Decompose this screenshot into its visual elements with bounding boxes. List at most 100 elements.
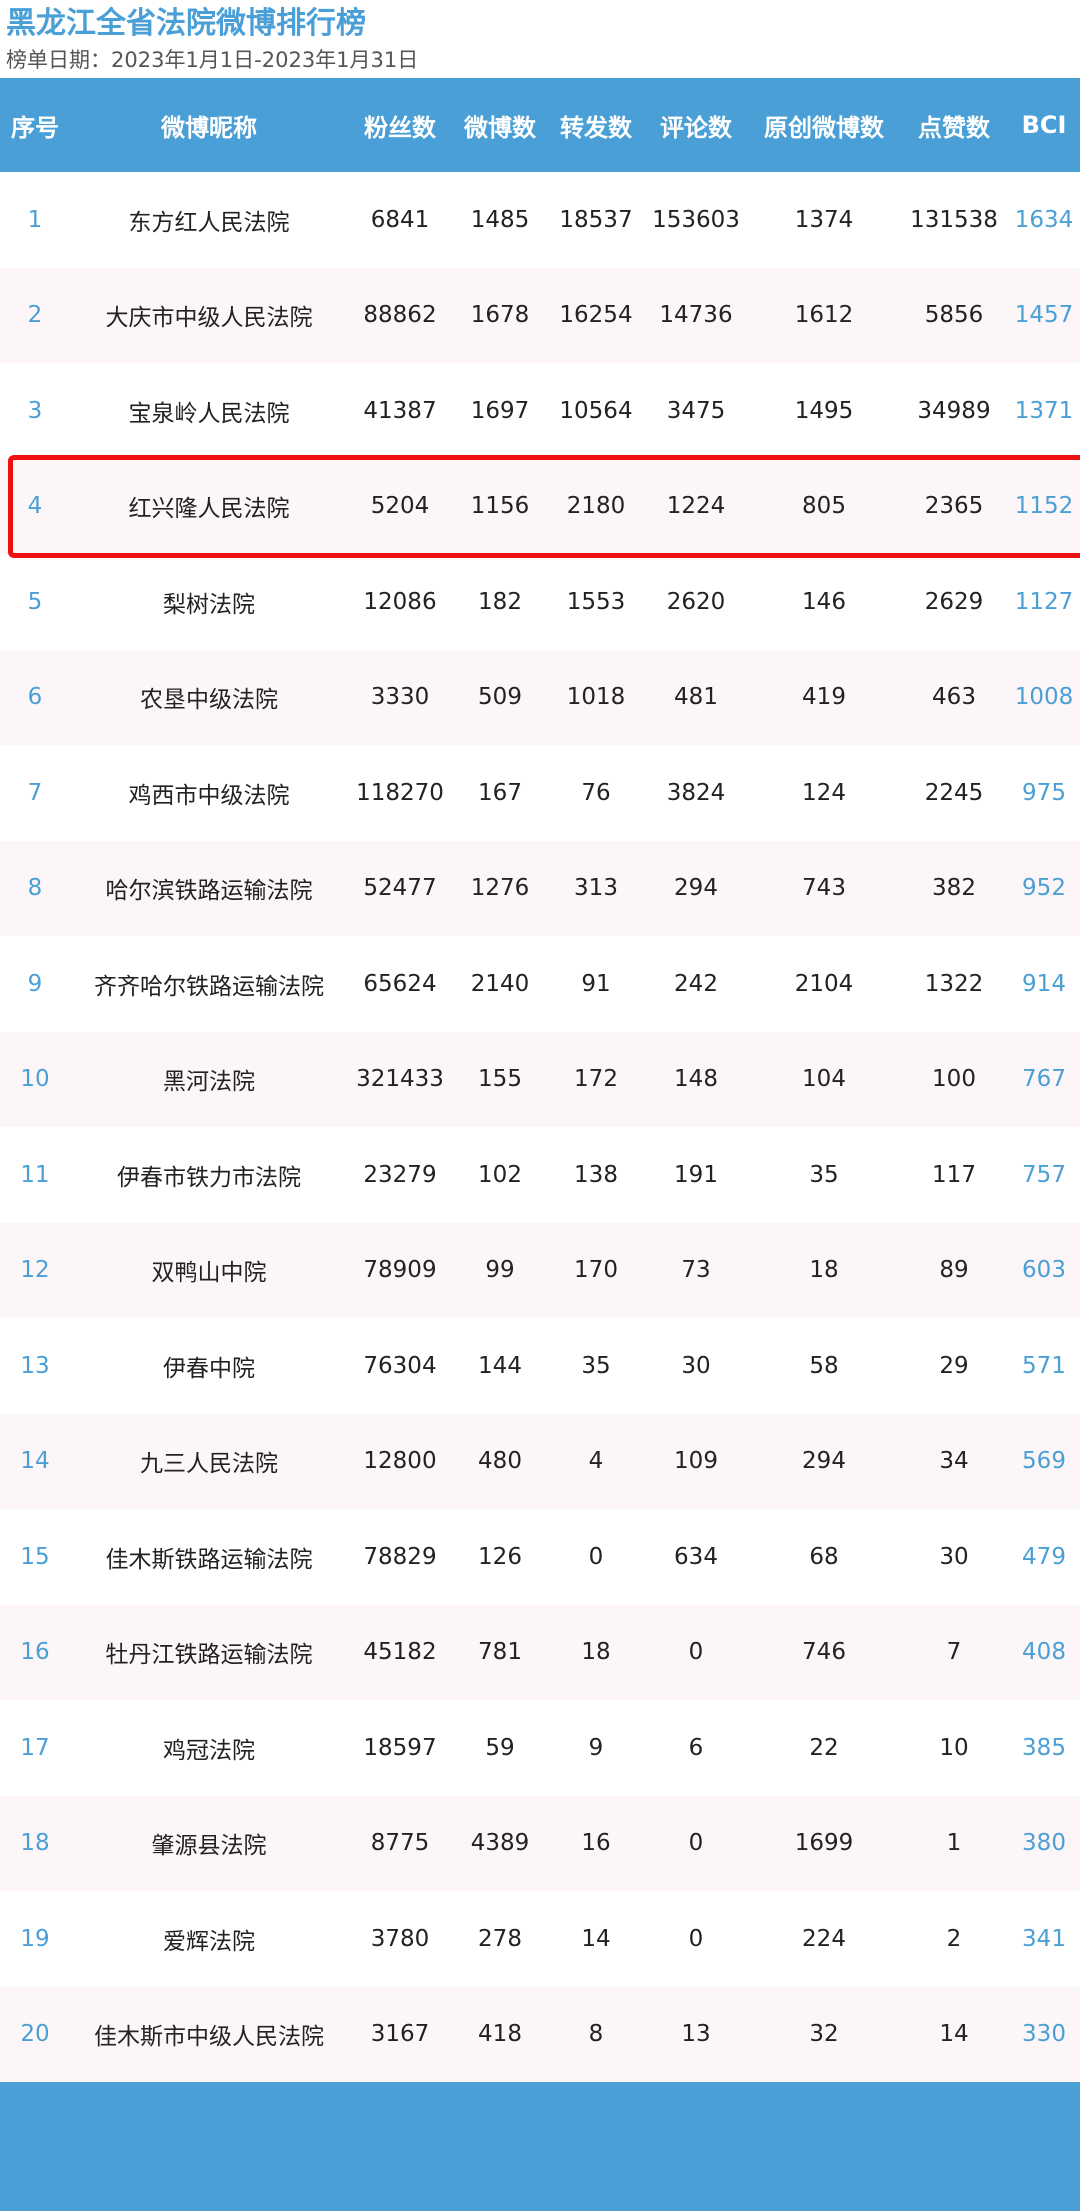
bci-cell: 1634 — [1008, 172, 1080, 268]
table-row: 8 哈尔滨铁路运输法院 52477 1276 313 294 743 382 952 — [0, 840, 1080, 936]
original-posts-cell: 104 — [748, 1031, 900, 1127]
reposts-cell: 172 — [548, 1031, 644, 1127]
name-cell: 肇源县法院 — [70, 1795, 348, 1891]
header-reposts: 转发数 — [548, 78, 644, 172]
posts-cell: 781 — [452, 1604, 548, 1700]
fans-cell: 78909 — [348, 1222, 452, 1318]
posts-cell: 2140 — [452, 936, 548, 1032]
comments-cell: 153603 — [644, 172, 748, 268]
bci-cell: 603 — [1008, 1222, 1080, 1318]
ranking-date: 榜单日期：2023年1月1日-2023年1月31日 — [6, 48, 419, 72]
likes-cell: 2245 — [900, 745, 1008, 841]
original-posts-cell: 18 — [748, 1222, 900, 1318]
reposts-cell: 138 — [548, 1127, 644, 1223]
bci-cell: 408 — [1008, 1604, 1080, 1700]
rank-cell: 5 — [0, 554, 70, 650]
posts-cell: 480 — [452, 1413, 548, 1509]
rank-cell: 14 — [0, 1413, 70, 1509]
posts-cell: 418 — [452, 1986, 548, 2082]
rank-cell: 13 — [0, 1318, 70, 1414]
posts-cell: 1678 — [452, 267, 548, 363]
fans-cell: 23279 — [348, 1127, 452, 1223]
posts-cell: 99 — [452, 1222, 548, 1318]
comments-cell: 3824 — [644, 745, 748, 841]
likes-cell: 89 — [900, 1222, 1008, 1318]
posts-cell: 4389 — [452, 1795, 548, 1891]
likes-cell: 463 — [900, 649, 1008, 745]
rank-cell: 6 — [0, 649, 70, 745]
likes-cell: 1322 — [900, 936, 1008, 1032]
likes-cell: 2 — [900, 1891, 1008, 1987]
likes-cell: 30 — [900, 1509, 1008, 1605]
comments-cell: 30 — [644, 1318, 748, 1414]
table-row: 1 东方红人民法院 6841 1485 18537 153603 1374 131538 163… — [0, 172, 1080, 268]
comments-cell: 73 — [644, 1222, 748, 1318]
posts-cell: 182 — [452, 554, 548, 650]
comments-cell: 0 — [644, 1891, 748, 1987]
reposts-cell: 10564 — [548, 363, 644, 459]
comments-cell: 109 — [644, 1413, 748, 1509]
rank-cell: 3 — [0, 363, 70, 459]
name-cell: 梨树法院 — [70, 554, 348, 650]
fans-cell: 118270 — [348, 745, 452, 841]
bci-cell: 341 — [1008, 1891, 1080, 1987]
comments-cell: 14736 — [644, 267, 748, 363]
rank-cell: 11 — [0, 1127, 70, 1223]
header-comments: 评论数 — [644, 78, 748, 172]
table-row: 16 牡丹江铁路运输法院 45182 781 18 0 746 7 408 — [0, 1604, 1080, 1700]
original-posts-cell: 146 — [748, 554, 900, 650]
table-body: 1 东方红人民法院 6841 1485 18537 153603 1374 131538 163… — [0, 172, 1080, 2082]
rank-cell: 19 — [0, 1891, 70, 1987]
fans-cell: 76304 — [348, 1318, 452, 1414]
rank-cell: 9 — [0, 936, 70, 1032]
rank-cell: 12 — [0, 1222, 70, 1318]
fans-cell: 12800 — [348, 1413, 452, 1509]
original-posts-cell: 746 — [748, 1604, 900, 1700]
rank-cell: 18 — [0, 1795, 70, 1891]
original-posts-cell: 1495 — [748, 363, 900, 459]
fans-cell: 45182 — [348, 1604, 452, 1700]
ranking-table: 序号 微博昵称 粉丝数 微博数 转发数 评论数 原创微博数 点赞数 BCI 1东… — [0, 78, 1080, 2082]
rank-cell: 2 — [0, 267, 70, 363]
fans-cell: 6841 — [348, 172, 452, 268]
likes-cell: 117 — [900, 1127, 1008, 1223]
original-posts-cell: 805 — [748, 458, 900, 554]
original-posts-cell: 58 — [748, 1318, 900, 1414]
posts-cell: 155 — [452, 1031, 548, 1127]
reposts-cell: 18537 — [548, 172, 644, 268]
posts-cell: 1697 — [452, 363, 548, 459]
original-posts-cell: 1699 — [748, 1795, 900, 1891]
header-likes: 点赞数 — [900, 78, 1008, 172]
comments-cell: 1224 — [644, 458, 748, 554]
comments-cell: 0 — [644, 1604, 748, 1700]
table-row: 15 佳木斯铁路运输法院 78829 126 0 634 68 30 479 — [0, 1509, 1080, 1605]
likes-cell: 34989 — [900, 363, 1008, 459]
rank-cell: 16 — [0, 1604, 70, 1700]
comments-cell: 6 — [644, 1700, 748, 1796]
name-cell: 爱辉法院 — [70, 1891, 348, 1987]
reposts-cell: 170 — [548, 1222, 644, 1318]
rank-cell: 1 — [0, 172, 70, 268]
posts-cell: 126 — [452, 1509, 548, 1605]
original-posts-cell: 22 — [748, 1700, 900, 1796]
name-cell: 农垦中级法院 — [70, 649, 348, 745]
name-cell: 黑河法院 — [70, 1031, 348, 1127]
rank-cell: 10 — [0, 1031, 70, 1127]
comments-cell: 242 — [644, 936, 748, 1032]
likes-cell: 2629 — [900, 554, 1008, 650]
table-row: 6 农垦中级法院 3330 509 1018 481 419 463 1008 — [0, 649, 1080, 745]
posts-cell: 1276 — [452, 840, 548, 936]
likes-cell: 34 — [900, 1413, 1008, 1509]
rank-cell: 17 — [0, 1700, 70, 1796]
original-posts-cell: 743 — [748, 840, 900, 936]
original-posts-cell: 224 — [748, 1891, 900, 1987]
name-cell: 鸡冠法院 — [70, 1700, 348, 1796]
rank-cell: 20 — [0, 1986, 70, 2082]
posts-cell: 144 — [452, 1318, 548, 1414]
original-posts-cell: 419 — [748, 649, 900, 745]
name-cell: 大庆市中级人民法院 — [70, 267, 348, 363]
fans-cell: 52477 — [348, 840, 452, 936]
bci-cell: 952 — [1008, 840, 1080, 936]
fans-cell: 5204 — [348, 458, 452, 554]
reposts-cell: 1553 — [548, 554, 644, 650]
